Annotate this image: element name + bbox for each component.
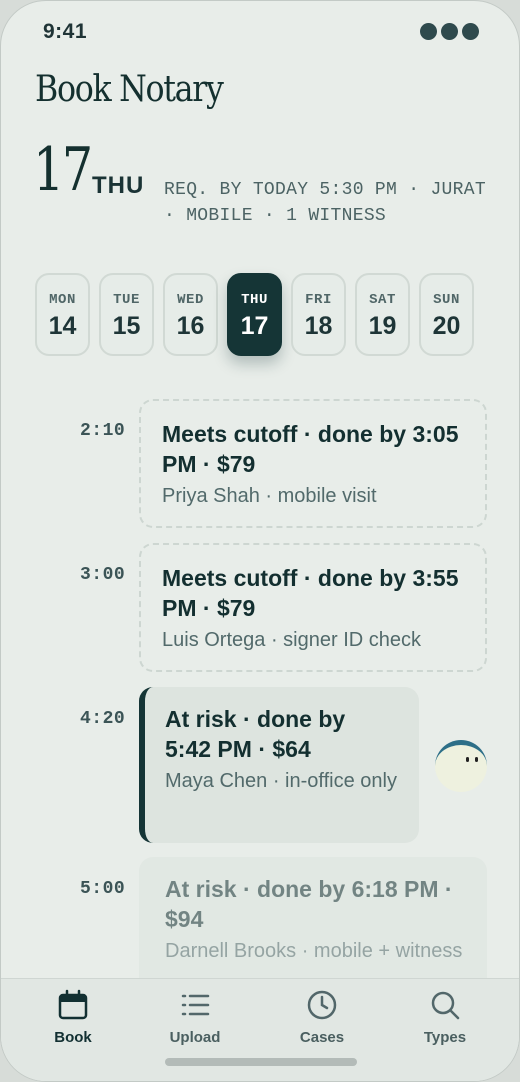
day-chip-dow: THU <box>241 292 268 308</box>
day-chip-dow: WED <box>177 292 204 308</box>
week-selector: MON 14 TUE 15 WED 16 THU 17 FRI 18 SAT 19 SUN 2… <box>35 273 474 356</box>
tab-label: Cases <box>299 1029 345 1046</box>
home-indicator[interactable] <box>165 1058 357 1066</box>
day-chip-date: 15 <box>112 312 141 340</box>
tab-types[interactable]: Types <box>395 989 495 1051</box>
list-icon <box>181 994 210 1016</box>
day-chip-sat[interactable]: SAT 19 <box>355 273 410 356</box>
tab-cases[interactable]: Cases <box>272 989 372 1051</box>
day-chip-fri[interactable]: FRI 18 <box>291 273 346 356</box>
day-chip-dow: TUE <box>113 292 140 308</box>
slot-time: 4:20 <box>80 709 126 729</box>
notary-avatar[interactable] <box>435 740 487 792</box>
slot-headline: At risk · done by 6:18 PM · $94 <box>165 876 453 932</box>
calendar-icon <box>58 989 88 1020</box>
day-chip-dow: SUN <box>433 292 460 308</box>
slot-headline: At risk · done by 5:42 PM · $64 <box>165 706 346 762</box>
time-slot-card[interactable]: Meets cutoff · done by 3:05 PM · $79 Pri… <box>139 399 487 528</box>
day-chip-wed[interactable]: WED 16 <box>163 273 218 356</box>
search-icon <box>431 991 460 1020</box>
selected-day-number: 17 <box>33 135 93 205</box>
more-dots-icon[interactable] <box>420 23 479 40</box>
slot-time: 2:10 <box>80 421 126 441</box>
time-slot-card-selected[interactable]: At risk · done by 5:42 PM · $64 Maya Che… <box>139 687 419 843</box>
day-chip-thu[interactable]: THU 17 <box>227 273 282 356</box>
phone-screen: 9:41 Book Notary 17 THU REQ. BY TODAY 5:… <box>0 0 520 1082</box>
tab-label: Book <box>54 1029 92 1046</box>
tab-upload[interactable]: Upload <box>145 989 245 1051</box>
selected-day-name: THU <box>92 172 145 199</box>
tab-label: Types <box>423 1029 467 1046</box>
day-chip-date: 18 <box>304 312 333 340</box>
day-chip-date: 14 <box>48 312 77 340</box>
clock-icon <box>307 990 337 1020</box>
day-chip-date: 17 <box>240 312 269 340</box>
tab-book[interactable]: Book <box>23 989 123 1051</box>
slot-detail: Luis Ortega · signer ID check <box>162 629 421 651</box>
page-title: Book Notary <box>35 69 224 110</box>
tab-label: Upload <box>169 1029 221 1046</box>
slot-detail: Maya Chen · in-office only <box>165 770 397 792</box>
tab-bar: Book Upload Cases Types <box>1 978 519 1081</box>
requirements-text: REQ. BY TODAY 5:30 PM · JURAT · MOBILE ·… <box>164 180 486 226</box>
slot-headline: Meets cutoff · done by 3:55 PM · $79 <box>162 565 459 621</box>
day-chip-date: 16 <box>176 312 205 340</box>
day-chip-date: 20 <box>432 312 461 340</box>
slot-time: 3:00 <box>80 565 126 585</box>
day-chip-tue[interactable]: TUE 15 <box>99 273 154 356</box>
day-chip-sun[interactable]: SUN 20 <box>419 273 474 356</box>
day-chip-dow: FRI <box>305 292 332 308</box>
day-chip-mon[interactable]: MON 14 <box>35 273 90 356</box>
slot-headline: Meets cutoff · done by 3:05 PM · $79 <box>162 421 459 477</box>
time-slot-card[interactable]: At risk · done by 6:18 PM · $94 Darnell … <box>139 857 487 997</box>
day-chip-dow: SAT <box>369 292 396 308</box>
day-chip-dow: MON <box>49 292 76 308</box>
status-time: 9:41 <box>43 20 88 43</box>
slot-detail: Priya Shah · mobile visit <box>162 485 377 507</box>
day-chip-date: 19 <box>368 312 397 340</box>
slot-time: 5:00 <box>80 879 126 899</box>
slot-detail: Darnell Brooks · mobile + witness <box>165 940 463 962</box>
time-slot-card[interactable]: Meets cutoff · done by 3:55 PM · $79 Lui… <box>139 543 487 672</box>
